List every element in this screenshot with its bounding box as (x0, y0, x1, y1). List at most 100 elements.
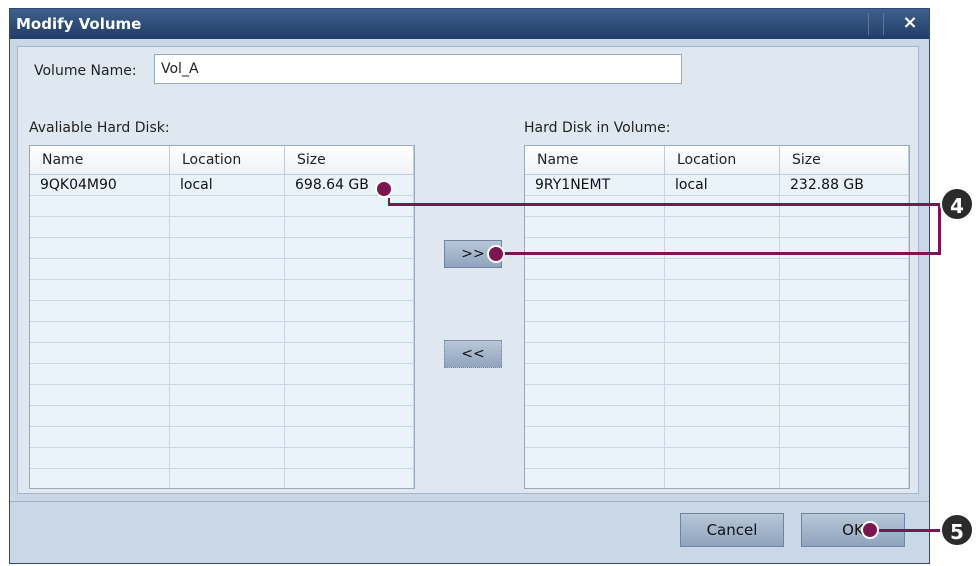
title-separator (868, 13, 869, 35)
available-disk-table[interactable]: Name Location Size 9QK04M90 local 698.64… (29, 145, 415, 489)
title-bar[interactable]: Modify Volume × (10, 9, 929, 39)
empty-cell (170, 217, 285, 237)
empty-cell (525, 448, 665, 468)
table-row-empty (30, 469, 414, 488)
empty-cell (525, 469, 665, 488)
table-row-empty (525, 448, 909, 469)
volume-name-label: Volume Name: (34, 63, 137, 79)
column-header-size[interactable]: Size (780, 146, 909, 174)
remove-disk-button[interactable]: << (444, 340, 502, 368)
table-row-empty (30, 217, 414, 238)
empty-cell (30, 217, 170, 237)
empty-cell (170, 322, 285, 342)
table-row[interactable]: 9QK04M90 local 698.64 GB (30, 175, 414, 196)
empty-cell (780, 238, 909, 258)
table-row-empty (525, 322, 909, 343)
empty-cell (780, 301, 909, 321)
column-header-name[interactable]: Name (525, 146, 665, 174)
table-row-empty (525, 469, 909, 488)
table-row-empty (30, 427, 414, 448)
empty-cell (525, 364, 665, 384)
empty-cell (170, 364, 285, 384)
empty-cell (665, 280, 780, 300)
empty-cell (170, 406, 285, 426)
empty-cell (30, 406, 170, 426)
empty-cell (170, 259, 285, 279)
empty-cell (665, 217, 780, 237)
empty-cell (285, 406, 414, 426)
empty-cell (30, 259, 170, 279)
volume-disk-label: Hard Disk in Volume: (524, 120, 671, 136)
empty-cell (665, 343, 780, 363)
volume-name-input[interactable] (154, 54, 682, 84)
table-row-empty (30, 385, 414, 406)
empty-cell (665, 238, 780, 258)
empty-cell (285, 448, 414, 468)
table-row-empty (30, 196, 414, 217)
table-row-empty (30, 301, 414, 322)
empty-cell (285, 322, 414, 342)
table-row-empty (525, 259, 909, 280)
empty-cell (525, 322, 665, 342)
table-row-empty (525, 280, 909, 301)
empty-cell (285, 364, 414, 384)
empty-cell (170, 385, 285, 405)
step-badge: 5 (940, 513, 974, 547)
empty-cell (665, 406, 780, 426)
empty-cell (780, 406, 909, 426)
empty-cell (170, 301, 285, 321)
empty-cell (525, 280, 665, 300)
empty-cell (525, 259, 665, 279)
table-row-empty (525, 196, 909, 217)
empty-cell (665, 364, 780, 384)
callout-line (500, 252, 940, 255)
empty-cell (665, 322, 780, 342)
empty-cell (780, 217, 909, 237)
cancel-button[interactable]: Cancel (680, 513, 784, 547)
empty-cell (780, 259, 909, 279)
disk-name-cell: 9QK04M90 (30, 175, 170, 195)
table-row-empty (30, 238, 414, 259)
empty-cell (285, 280, 414, 300)
table-row[interactable]: 9RY1NEMT local 232.88 GB (525, 175, 909, 196)
table-row-empty (30, 322, 414, 343)
close-button[interactable]: × (899, 12, 921, 34)
empty-cell (665, 196, 780, 216)
empty-cell (170, 196, 285, 216)
empty-cell (525, 427, 665, 447)
empty-cell (665, 259, 780, 279)
empty-cell (170, 238, 285, 258)
empty-cell (525, 406, 665, 426)
empty-cell (665, 448, 780, 468)
empty-cell (30, 427, 170, 447)
empty-cell (525, 238, 665, 258)
table-row-empty (30, 448, 414, 469)
table-row-empty (525, 385, 909, 406)
table-row-empty (30, 343, 414, 364)
empty-cell (30, 196, 170, 216)
empty-cell (525, 217, 665, 237)
table-row-empty (30, 259, 414, 280)
empty-cell (30, 280, 170, 300)
title-separator (883, 13, 884, 35)
column-header-location[interactable]: Location (665, 146, 780, 174)
table-row-empty (525, 343, 909, 364)
table-row-empty (525, 364, 909, 385)
footer-divider (10, 501, 929, 502)
empty-cell (30, 469, 170, 488)
column-header-size[interactable]: Size (285, 146, 414, 174)
empty-cell (30, 385, 170, 405)
empty-cell (30, 343, 170, 363)
empty-cell (30, 322, 170, 342)
empty-cell (665, 301, 780, 321)
volume-disk-table[interactable]: Name Location Size 9RY1NEMT local 232.88… (524, 145, 910, 489)
disk-name-cell: 9RY1NEMT (525, 175, 665, 195)
column-header-location[interactable]: Location (170, 146, 285, 174)
empty-cell (30, 238, 170, 258)
empty-cell (780, 196, 909, 216)
empty-cell (30, 448, 170, 468)
empty-cell (780, 364, 909, 384)
empty-cell (285, 238, 414, 258)
column-header-name[interactable]: Name (30, 146, 170, 174)
empty-cell (780, 322, 909, 342)
